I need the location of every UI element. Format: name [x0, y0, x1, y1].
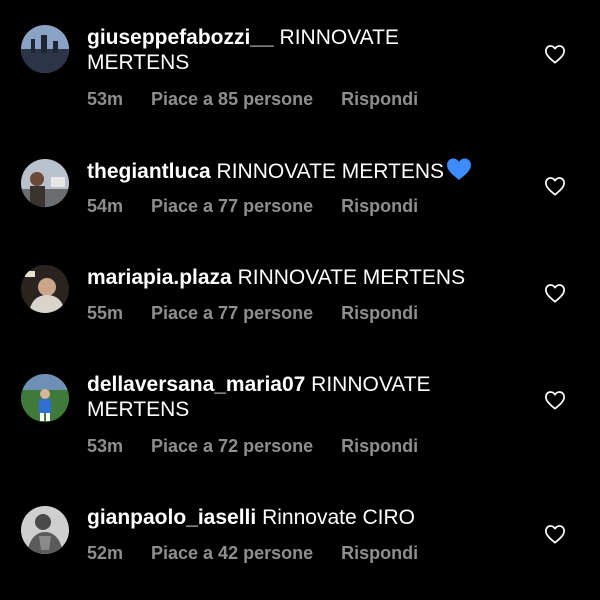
- reply-button[interactable]: Rispondi: [341, 89, 418, 110]
- reply-button[interactable]: Rispondi: [341, 543, 418, 564]
- avatar[interactable]: [21, 374, 69, 422]
- like-button[interactable]: [544, 44, 566, 64]
- reply-button[interactable]: Rispondi: [341, 303, 418, 324]
- comment-time: 52m: [87, 543, 124, 563]
- comment-text: thegiantluca RINNOVATE MERTENS: [87, 157, 507, 187]
- comment-username[interactable]: dellaversana_maria07: [87, 373, 305, 396]
- comment-username[interactable]: giuseppefabozzi__: [87, 26, 274, 49]
- avatar-image: [21, 25, 69, 73]
- comment-likes[interactable]: Piace a 42 persone: [151, 543, 313, 564]
- comment-body: RINNOVATE MERTENS: [237, 266, 466, 289]
- comment-time: 53m: [87, 89, 124, 109]
- avatar-image: [21, 506, 69, 554]
- like-button[interactable]: [544, 283, 566, 303]
- comment-text: mariapia.plaza RINNOVATE MERTENS: [87, 265, 507, 290]
- comment-meta: 55m Piace a 77 persone Rispondi: [87, 303, 418, 324]
- heart-outline-icon: [545, 284, 565, 303]
- comment-username[interactable]: thegiantluca: [87, 160, 211, 183]
- comment-text: gianpaolo_iaselli Rinnovate CIRO: [87, 505, 507, 530]
- comment-likes[interactable]: Piace a 77 persone: [151, 303, 313, 324]
- comment-text: giuseppefabozzi__ RINNOVATE MERTENS: [87, 25, 507, 75]
- comment-meta: 53m Piace a 72 persone Rispondi: [87, 436, 418, 457]
- heart-outline-icon: [545, 45, 565, 64]
- comment-time: 53m: [87, 436, 124, 456]
- heart-outline-icon: [545, 525, 565, 544]
- reply-button[interactable]: Rispondi: [341, 196, 418, 217]
- avatar[interactable]: [21, 25, 69, 73]
- comment-likes[interactable]: Piace a 72 persone: [151, 436, 313, 457]
- comment-body: RINNOVATE MERTENS: [216, 160, 445, 183]
- comment-time: 54m: [87, 196, 124, 216]
- comment-meta: 52m Piace a 42 persone Rispondi: [87, 543, 418, 564]
- comment-text: dellaversana_maria07 RINNOVATE MERTENS: [87, 372, 507, 422]
- avatar[interactable]: [21, 265, 69, 313]
- comment-list: giuseppefabozzi__ RINNOVATE MERTENS 53m P…: [0, 0, 600, 600]
- avatar[interactable]: [21, 506, 69, 554]
- comment-meta: 53m Piace a 85 persone Rispondi: [87, 89, 418, 110]
- comment-meta: 54m Piace a 77 persone Rispondi: [87, 196, 418, 217]
- comment-time: 55m: [87, 303, 124, 323]
- like-button[interactable]: [544, 524, 566, 544]
- heart-outline-icon: [545, 177, 565, 196]
- comment-username[interactable]: mariapia.plaza: [87, 266, 232, 289]
- avatar-image: [21, 159, 69, 207]
- avatar-image: [21, 265, 69, 313]
- like-button[interactable]: [544, 176, 566, 196]
- blue-heart-emoji: [446, 157, 472, 187]
- reply-button[interactable]: Rispondi: [341, 436, 418, 457]
- comment-body: Rinnovate CIRO: [262, 506, 415, 529]
- heart-outline-icon: [545, 391, 565, 410]
- avatar-image: [21, 374, 69, 422]
- comment-likes[interactable]: Piace a 77 persone: [151, 196, 313, 217]
- like-button[interactable]: [544, 390, 566, 410]
- comment-likes[interactable]: Piace a 85 persone: [151, 89, 313, 110]
- comment-username[interactable]: gianpaolo_iaselli: [87, 506, 256, 529]
- avatar[interactable]: [21, 159, 69, 207]
